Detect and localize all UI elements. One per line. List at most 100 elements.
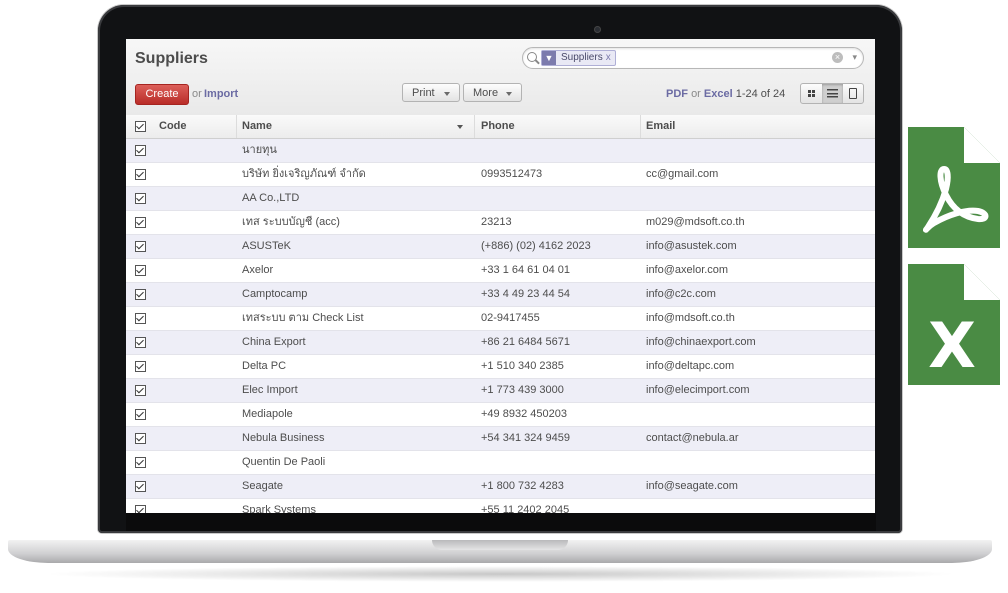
row-checkbox[interactable] <box>135 337 146 348</box>
facet-remove-button[interactable]: x <box>606 52 611 63</box>
row-checkbox[interactable] <box>135 193 146 204</box>
app-screen: Suppliers ▼ Suppliers x × ▾ Create or Impo… <box>126 39 875 513</box>
laptop-shadow <box>40 566 960 582</box>
cell-name: Spark Systems <box>242 504 316 513</box>
pdf-file-icon <box>908 127 1000 248</box>
table-row[interactable]: Spark Systems +55 11 2402 2045 <box>126 499 875 513</box>
cell-phone: +33 4 49 23 44 54 <box>481 288 570 300</box>
table-row[interactable]: Delta PC +1 510 340 2385 info@deltapc.com <box>126 355 875 379</box>
select-all-checkbox[interactable] <box>135 121 146 132</box>
kanban-view-button[interactable] <box>801 84 822 103</box>
cell-phone: +1 510 340 2385 <box>481 360 564 372</box>
cell-email: info@seagate.com <box>646 480 738 492</box>
row-checkbox[interactable] <box>135 313 146 324</box>
cell-email: info@c2c.com <box>646 288 716 300</box>
cell-name: Nebula Business <box>242 432 325 444</box>
cell-email: info@elecimport.com <box>646 384 750 396</box>
page-title: Suppliers <box>135 50 208 67</box>
list-view-button[interactable] <box>822 84 843 103</box>
screen-chin <box>126 513 876 531</box>
cell-name: Axelor <box>242 264 274 276</box>
excel-x-glyph: X <box>928 309 976 382</box>
table-row[interactable]: Nebula Business +54 341 324 9459 contact@n… <box>126 427 875 451</box>
cell-phone: 23213 <box>481 216 512 228</box>
chevron-down-icon <box>444 92 450 96</box>
create-button[interactable]: Create <box>135 84 189 105</box>
column-header-phone[interactable]: Phone <box>481 115 515 138</box>
column-header-name[interactable]: Name <box>242 115 272 138</box>
search-facet[interactable]: ▼ Suppliers x <box>541 50 616 66</box>
column-header-email[interactable]: Email <box>646 115 675 138</box>
cell-name: นายทุน <box>242 144 277 156</box>
table-row[interactable]: China Export +86 21 6484 5671 info@chinaex… <box>126 331 875 355</box>
table-row[interactable]: Mediapole +49 8932 450203 <box>126 403 875 427</box>
column-divider <box>474 115 475 138</box>
clear-search-icon[interactable]: × <box>832 52 843 63</box>
cell-phone: +55 11 2402 2045 <box>481 504 570 513</box>
table-row[interactable]: Elec Import +1 773 439 3000 info@elecimpor… <box>126 379 875 403</box>
row-checkbox[interactable] <box>135 169 146 180</box>
row-checkbox[interactable] <box>135 217 146 228</box>
row-checkbox[interactable] <box>135 241 146 252</box>
control-panel: Suppliers ▼ Suppliers x × ▾ Create or Impo… <box>126 39 875 116</box>
table-row[interactable]: เทสระบบ ตาม Check List 02-9417455 info@mds… <box>126 307 875 331</box>
table-row[interactable]: เทส ระบบบัญชี (acc) 23213 m029@mdsoft.co.t… <box>126 211 875 235</box>
row-checkbox[interactable] <box>135 145 146 156</box>
cell-name: Delta PC <box>242 360 287 372</box>
pdf-link[interactable]: PDF <box>666 88 688 100</box>
cell-name: Elec Import <box>242 384 298 396</box>
row-checkbox[interactable] <box>135 457 146 468</box>
cell-phone: 0993512473 <box>481 168 543 180</box>
row-checkbox[interactable] <box>135 361 146 372</box>
pager-value: 1-24 of 24 <box>735 88 786 100</box>
cell-phone: +33 1 64 61 04 01 <box>481 264 570 276</box>
filter-icon: ▼ <box>542 51 556 65</box>
table-row[interactable]: AA Co.,LTD <box>126 187 875 211</box>
column-divider <box>236 115 237 138</box>
more-button[interactable]: More <box>463 83 522 102</box>
row-checkbox[interactable] <box>135 265 146 276</box>
cell-name: Seagate <box>242 480 283 492</box>
row-checkbox[interactable] <box>135 409 146 420</box>
cell-email: cc@gmail.com <box>646 168 719 180</box>
suppliers-table: Code Name Phone Email นายทุนบริษัท ยิ่งเ… <box>126 115 875 513</box>
row-checkbox[interactable] <box>135 481 146 492</box>
table-row[interactable]: Seagate +1 800 732 4283 info@seagate.com <box>126 475 875 499</box>
table-row[interactable]: ASUSTeK (+886) (02) 4162 2023 info@asustek… <box>126 235 875 259</box>
import-link[interactable]: Import <box>204 88 238 100</box>
cell-name: Quentin De Paoli <box>242 456 326 468</box>
row-checkbox[interactable] <box>135 385 146 396</box>
cell-email: info@mdsoft.co.th <box>646 312 735 324</box>
table-row[interactable]: Axelor +33 1 64 61 04 01 info@axelor.com <box>126 259 875 283</box>
cell-phone: +54 341 324 9459 <box>481 432 571 444</box>
row-checkbox[interactable] <box>135 505 146 513</box>
print-button[interactable]: Print <box>402 83 460 102</box>
excel-file-icon: X <box>908 264 1000 385</box>
cell-email: m029@mdsoft.co.th <box>646 216 745 228</box>
search-box[interactable]: ▼ Suppliers x × ▾ <box>522 47 864 69</box>
cell-email: info@asustek.com <box>646 240 737 252</box>
column-divider <box>640 115 641 138</box>
search-icon <box>527 52 537 62</box>
form-icon <box>849 88 857 99</box>
column-header-code[interactable]: Code <box>159 115 187 138</box>
table-row[interactable]: Camptocamp +33 4 49 23 44 54 info@c2c.com <box>126 283 875 307</box>
table-header: Code Name Phone Email <box>126 115 875 139</box>
form-view-button[interactable] <box>843 84 864 103</box>
facet-label: Suppliers <box>561 52 603 63</box>
table-row[interactable]: นายทุน <box>126 139 875 163</box>
cell-phone: 02-9417455 <box>481 312 540 324</box>
cell-email: info@axelor.com <box>646 264 729 276</box>
row-checkbox[interactable] <box>135 433 146 444</box>
cell-phone: +86 21 6484 5671 <box>481 336 571 348</box>
table-row[interactable]: Quentin De Paoli <box>126 451 875 475</box>
cell-name: AA Co.,LTD <box>242 192 300 204</box>
view-switcher <box>800 83 864 104</box>
excel-link[interactable]: Excel <box>704 88 733 100</box>
row-checkbox[interactable] <box>135 289 146 300</box>
table-row[interactable]: บริษัท ยิ่งเจริญภัณฑ์ จำกัด 0993512473 cc@… <box>126 163 875 187</box>
export-links: PDF or Excel 1-24 of 24 <box>666 88 785 100</box>
search-options-icon[interactable]: ▾ <box>852 52 857 63</box>
cell-email: info@chinaexport.com <box>646 336 756 348</box>
sort-down-icon <box>457 125 463 129</box>
